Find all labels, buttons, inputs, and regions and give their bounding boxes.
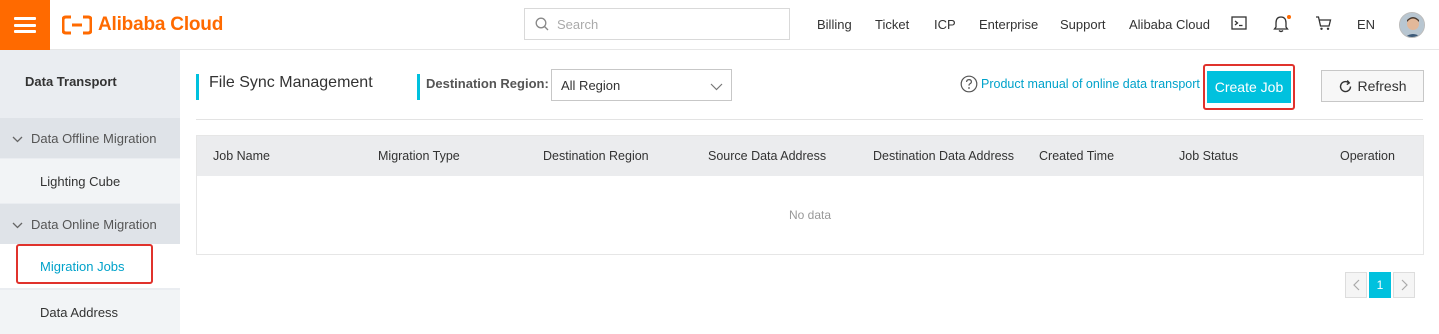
refresh-icon — [1340, 79, 1352, 92]
nav-billing[interactable]: Billing — [817, 17, 852, 32]
help-icon — [960, 75, 978, 93]
region-select[interactable]: All Region — [551, 69, 732, 101]
language-switch[interactable]: EN — [1357, 17, 1375, 32]
column-header: Migration Type — [378, 149, 460, 163]
pagination: 1 — [1345, 272, 1415, 298]
column-header: Destination Data Address — [873, 149, 1015, 163]
column-header: Operation — [1340, 149, 1395, 163]
sidebar-item-data-address[interactable]: Data Address — [0, 290, 180, 334]
alibaba-cloud-logo-icon — [62, 15, 92, 35]
sidebar-item-lighting-cube[interactable]: Lighting Cube — [0, 159, 180, 203]
chevron-down-icon — [12, 131, 23, 146]
search-input[interactable] — [557, 16, 777, 32]
page-title: File Sync Management — [196, 74, 373, 100]
sidebar-title: Data Transport — [0, 50, 180, 116]
column-header: Job Status — [1179, 149, 1239, 163]
nav-icp[interactable]: ICP — [934, 17, 956, 32]
nav-ticket[interactable]: Ticket — [875, 17, 909, 32]
sidebar-item-label: Migration Jobs — [40, 258, 125, 274]
table-header: Job Name Migration Type Destination Regi… — [197, 136, 1423, 176]
brand-logo[interactable]: Alibaba Cloud — [62, 12, 223, 38]
refresh-button[interactable]: Refresh — [1321, 70, 1424, 102]
menu-icon — [14, 17, 36, 33]
create-job-button[interactable]: Create Job — [1207, 71, 1291, 103]
nav-support[interactable]: Support — [1060, 17, 1106, 32]
chevron-down-icon — [710, 79, 723, 94]
top-bar: Alibaba Cloud Billing Ticket ICP Enterpr… — [0, 0, 1439, 50]
brand-name: Alibaba Cloud — [98, 14, 224, 35]
bell-icon[interactable] — [1273, 15, 1291, 38]
jobs-table: Job Name Migration Type Destination Regi… — [196, 135, 1424, 255]
sidebar-group-label: Data Offline Migration — [31, 130, 157, 146]
sidebar-group-online[interactable]: Data Online Migration — [0, 204, 180, 244]
sidebar-group-label: Data Online Migration — [31, 216, 157, 232]
product-manual-text: Product manual of online data transport — [981, 77, 1200, 91]
notification-dot — [1287, 15, 1291, 19]
avatar[interactable] — [1399, 12, 1425, 38]
column-header: Job Name — [213, 149, 270, 163]
chevron-right-icon — [1401, 279, 1408, 291]
sidebar-item-migration-jobs[interactable]: Migration Jobs — [0, 244, 180, 288]
terminal-icon[interactable] — [1231, 15, 1247, 36]
column-header: Created Time — [1039, 149, 1115, 163]
menu-button[interactable] — [0, 0, 50, 50]
region-select-value: All Region — [561, 77, 621, 93]
product-manual-link[interactable]: Product manual of online data transport — [960, 75, 1200, 93]
nav-alibaba-cloud[interactable]: Alibaba Cloud — [1129, 17, 1210, 32]
main-content: File Sync Management Destination Region:… — [180, 50, 1439, 326]
next-page-button[interactable] — [1393, 272, 1415, 298]
chevron-down-icon — [12, 217, 23, 232]
empty-state: No data — [788, 208, 832, 222]
divider — [196, 119, 1423, 120]
page-title-text: File Sync Management — [209, 74, 373, 91]
prev-page-button[interactable] — [1345, 272, 1367, 298]
sidebar: Data Transport Data Offline Migration Li… — [0, 50, 180, 334]
column-header: Source Data Address — [708, 149, 827, 163]
nav-enterprise[interactable]: Enterprise — [979, 17, 1038, 32]
page-button-current[interactable]: 1 — [1369, 272, 1391, 298]
cart-icon[interactable] — [1315, 15, 1332, 36]
region-label: Destination Region: — [417, 74, 549, 100]
search-icon — [535, 17, 549, 31]
search-box[interactable] — [524, 8, 790, 40]
column-header: Destination Region — [543, 149, 649, 163]
sidebar-group-offline[interactable]: Data Offline Migration — [0, 118, 180, 158]
refresh-label: Refresh — [1357, 78, 1407, 94]
chevron-left-icon — [1352, 279, 1359, 291]
